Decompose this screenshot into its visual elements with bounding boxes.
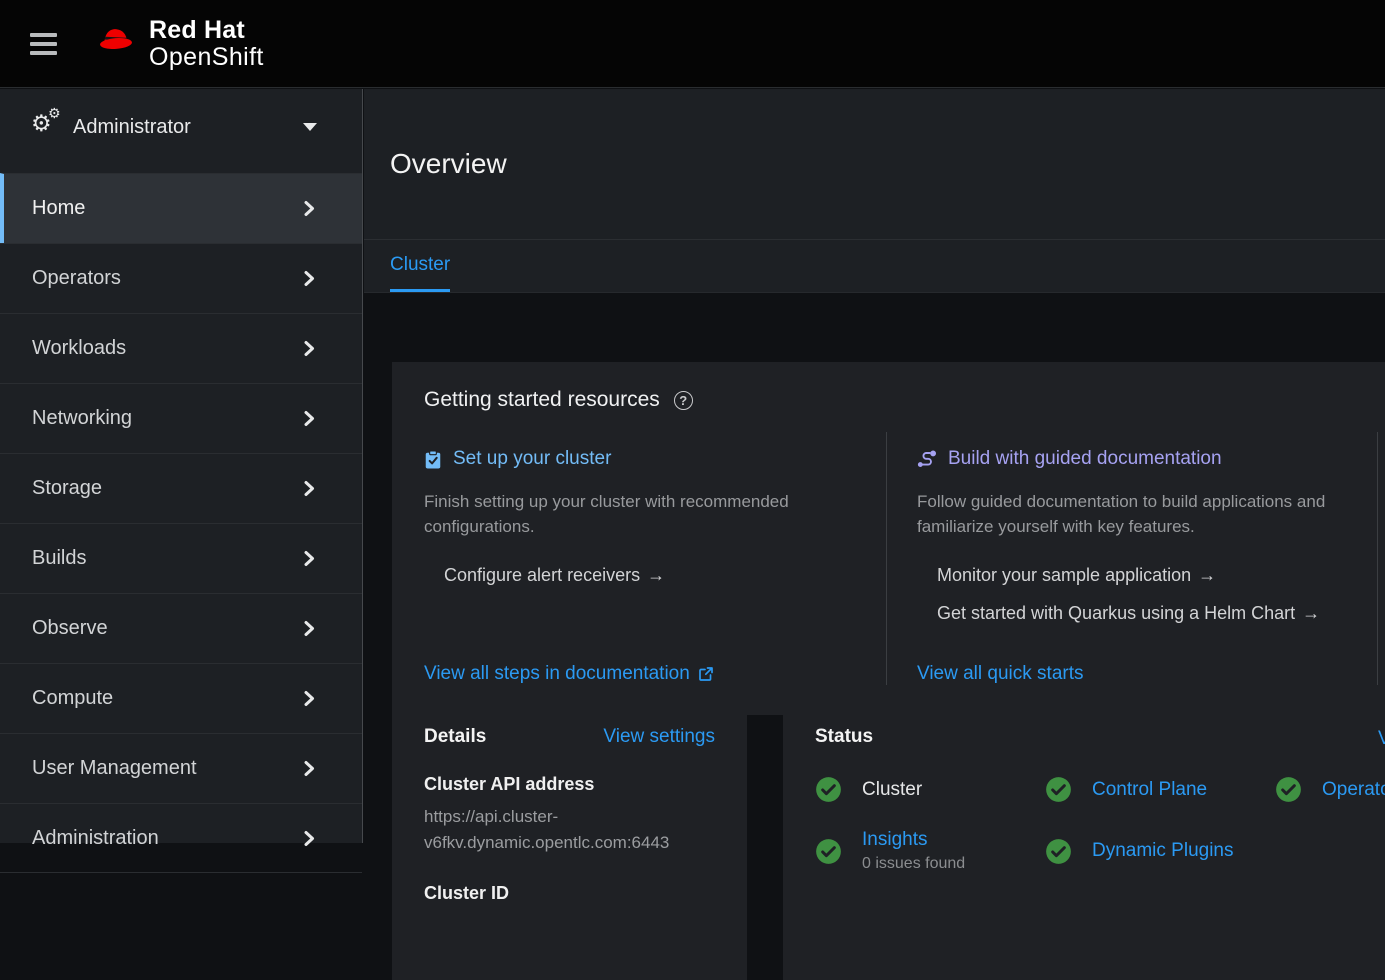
nav-label: Home xyxy=(32,197,303,220)
chevron-right-icon xyxy=(303,200,317,217)
getting-started-title: Getting started resources xyxy=(424,388,660,412)
caret-down-icon xyxy=(303,123,317,131)
redhat-openshift-logo[interactable]: Red Hat OpenShift xyxy=(94,18,264,70)
sidebar-item-builds[interactable]: Builds xyxy=(0,523,362,593)
nav-label: Compute xyxy=(32,687,303,710)
configure-alert-receivers-link[interactable]: Configure alert receivers→ xyxy=(444,565,850,586)
status-item-cluster: Cluster xyxy=(815,776,1045,803)
perspective-switcher[interactable]: ⚙⚙ Administrator xyxy=(0,89,362,165)
details-card: Details View settings Cluster API addres… xyxy=(392,700,747,980)
getting-started-column-guided-doc: Build with guided documentation Follow g… xyxy=(887,432,1378,685)
redhat-hat-icon xyxy=(94,25,140,62)
view-alerts-link[interactable]: View alerts xyxy=(1378,728,1385,750)
cogs-icon: ⚙⚙ xyxy=(31,114,65,140)
status-label-cluster: Cluster xyxy=(862,779,922,801)
check-circle-icon xyxy=(1045,776,1072,803)
status-grid: Cluster Control Plane Operators Insights… xyxy=(815,776,1385,873)
view-settings-link[interactable]: View settings xyxy=(603,726,715,748)
chevron-right-icon xyxy=(303,760,317,777)
masthead: Red Hat OpenShift xyxy=(0,0,1385,88)
status-title: Status xyxy=(815,726,873,747)
sidebar-item-administration[interactable]: Administration xyxy=(0,803,362,873)
cluster-id-label: Cluster ID xyxy=(424,883,715,904)
cluster-api-address-label: Cluster API address xyxy=(424,774,715,795)
sidebar: ⚙⚙ Administrator Home Operators Workload… xyxy=(0,89,363,843)
page-header: Overview xyxy=(364,89,1385,240)
chevron-right-icon xyxy=(303,480,317,497)
nav-label: Operators xyxy=(32,267,303,290)
help-icon[interactable]: ? xyxy=(674,391,693,410)
sidebar-item-observe[interactable]: Observe xyxy=(0,593,362,663)
sidebar-item-user-management[interactable]: User Management xyxy=(0,733,362,803)
status-link-operators[interactable]: Operators xyxy=(1322,779,1385,801)
sidebar-item-workloads[interactable]: Workloads xyxy=(0,313,362,383)
status-card: Status View alerts Cluster Control Plane… xyxy=(783,700,1385,980)
quarkus-helm-chart-link[interactable]: Get started with Quarkus using a Helm Ch… xyxy=(937,603,1347,624)
view-all-quick-starts-link[interactable]: View all quick starts xyxy=(917,663,1347,685)
chevron-right-icon xyxy=(303,340,317,357)
details-title: Details xyxy=(424,726,486,748)
arrow-right-icon: → xyxy=(1302,603,1320,623)
chevron-right-icon xyxy=(303,690,317,707)
page-title: Overview xyxy=(390,148,507,180)
external-link-icon xyxy=(698,666,714,682)
perspective-label: Administrator xyxy=(73,116,303,139)
brand-line2: OpenShift xyxy=(149,45,264,70)
brand-line1: Red Hat xyxy=(149,18,264,43)
setup-cluster-description: Finish setting up your cluster with reco… xyxy=(424,490,850,539)
status-item-operators: Operators xyxy=(1275,776,1385,803)
chevron-right-icon xyxy=(303,620,317,637)
status-item-insights: Insights 0 issues found xyxy=(815,829,1045,873)
view-all-steps-link[interactable]: View all steps in documentation xyxy=(424,663,850,685)
cluster-api-address-value: https://api.cluster-v6fkv.dynamic.opentl… xyxy=(424,804,715,857)
chevron-right-icon xyxy=(303,410,317,427)
nav-label: Networking xyxy=(32,407,303,430)
check-circle-icon xyxy=(1275,776,1302,803)
sidebar-item-compute[interactable]: Compute xyxy=(0,663,362,733)
arrow-right-icon: → xyxy=(647,565,665,585)
setup-cluster-link[interactable]: Set up your cluster xyxy=(424,448,850,470)
clipboard-check-icon xyxy=(424,450,442,469)
getting-started-card: Getting started resources ? Set up your … xyxy=(392,362,1385,715)
tab-cluster[interactable]: Cluster xyxy=(390,240,450,292)
content-area: Getting started resources ? Set up your … xyxy=(364,294,1385,843)
check-circle-icon xyxy=(815,776,842,803)
tab-bar: Cluster xyxy=(364,240,1385,293)
nav-label: Storage xyxy=(32,477,303,500)
status-item-dynamic-plugins: Dynamic Plugins xyxy=(1045,829,1275,873)
main-area: Overview Cluster Getting started resourc… xyxy=(364,89,1385,843)
nav-label: Builds xyxy=(32,547,303,570)
status-item-control-plane: Control Plane xyxy=(1045,776,1275,803)
chevron-right-icon xyxy=(303,270,317,287)
monitor-sample-app-link[interactable]: Monitor your sample application→ xyxy=(937,565,1347,586)
sidebar-item-networking[interactable]: Networking xyxy=(0,383,362,453)
nav-label: User Management xyxy=(32,757,303,780)
status-link-dynamic-plugins[interactable]: Dynamic Plugins xyxy=(1092,840,1234,862)
nav-toggle-menu-icon[interactable] xyxy=(30,27,66,61)
getting-started-column-clipped xyxy=(1378,432,1385,685)
setup-cluster-label: Set up your cluster xyxy=(453,448,611,470)
nav-label: Observe xyxy=(32,617,303,640)
arrow-right-icon: → xyxy=(1198,565,1216,585)
chevron-right-icon xyxy=(303,550,317,567)
nav-label: Workloads xyxy=(32,337,303,360)
guided-doc-description: Follow guided documentation to build app… xyxy=(917,490,1347,539)
check-circle-icon xyxy=(815,838,842,865)
status-link-control-plane[interactable]: Control Plane xyxy=(1092,779,1207,801)
check-circle-icon xyxy=(1045,838,1072,865)
chevron-right-icon xyxy=(303,830,317,847)
getting-started-column-setup: Set up your cluster Finish setting up yo… xyxy=(424,432,887,685)
nav-list: Home Operators Workloads Networking Stor… xyxy=(0,173,362,873)
route-icon xyxy=(917,450,937,468)
sidebar-item-operators[interactable]: Operators xyxy=(0,243,362,313)
status-link-insights[interactable]: Insights xyxy=(862,829,965,851)
build-guided-doc-link[interactable]: Build with guided documentation xyxy=(917,448,1347,470)
sidebar-item-home[interactable]: Home xyxy=(0,173,362,243)
insights-issues-count: 0 issues found xyxy=(862,855,965,873)
nav-label: Administration xyxy=(32,827,303,850)
build-guided-doc-label: Build with guided documentation xyxy=(948,448,1222,470)
sidebar-item-storage[interactable]: Storage xyxy=(0,453,362,523)
